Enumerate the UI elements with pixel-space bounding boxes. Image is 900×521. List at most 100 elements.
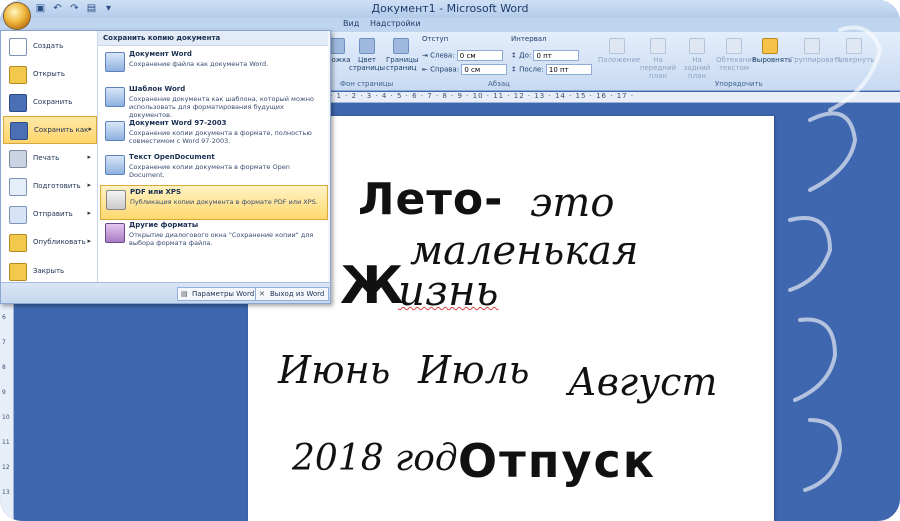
- group-label-page-background: Фон страницы: [340, 80, 394, 88]
- customize-icon[interactable]: ▾: [102, 2, 115, 15]
- doc-month-june: Июнь: [278, 348, 391, 392]
- doc-month-august: Август: [568, 360, 718, 404]
- indent-right-input[interactable]: [461, 64, 508, 75]
- save-as-word-97-2003[interactable]: Документ Word 97-2003 Сохранение копии д…: [100, 117, 326, 150]
- watermark-icon: [329, 38, 345, 54]
- spacing-after-input[interactable]: [545, 64, 592, 75]
- page-borders-icon: [393, 38, 409, 54]
- align-button[interactable]: Выровнять: [752, 38, 792, 64]
- save-as-word-document[interactable]: Документ Word Сохранение файла как докум…: [100, 48, 326, 81]
- bring-forward-icon: [650, 38, 666, 54]
- word-window: Документ1 - Microsoft Word ▣ ↶ ↷ ▤ ▾ Вид…: [0, 0, 900, 521]
- prepare-icon: [9, 178, 27, 196]
- menu-item-publish[interactable]: Опубликовать ▸: [3, 229, 95, 255]
- send-backward-button[interactable]: На задний план: [679, 38, 715, 80]
- exit-word-button[interactable]: ✕ Выход из Word: [255, 287, 330, 301]
- save-icon[interactable]: ▣: [34, 2, 47, 15]
- close-folder-icon: [9, 263, 27, 281]
- page-borders-button[interactable]: Границы страниц: [386, 38, 418, 72]
- other-formats-icon: [105, 223, 125, 243]
- vruler-tick: 9: [2, 389, 6, 396]
- spacing-heading: Интервал: [511, 35, 547, 43]
- redo-icon[interactable]: ↷: [68, 2, 81, 15]
- doc-line3-script: изнь: [398, 266, 499, 315]
- tab-addins[interactable]: Надстройки: [370, 19, 421, 28]
- new-document-icon: [9, 38, 27, 56]
- chevron-right-icon: ▸: [87, 209, 91, 217]
- tab-view[interactable]: Вид: [343, 19, 359, 28]
- save-as-other-formats[interactable]: Другие форматы Открытие диалогового окна…: [100, 219, 326, 252]
- group-icon: [804, 38, 820, 54]
- indent-left-input[interactable]: [456, 50, 503, 61]
- word-template-icon: [105, 87, 125, 107]
- office-menu-commands: Создать Открыть Сохранить Сохранить как …: [1, 31, 98, 283]
- indent-left: ⇥ Слева:: [422, 50, 503, 61]
- save-as-submenu: Сохранить копию документа Документ Word …: [98, 31, 328, 283]
- bring-forward-button[interactable]: На передний план: [638, 38, 678, 80]
- office-button[interactable]: [4, 3, 30, 29]
- undo-icon[interactable]: ↶: [51, 2, 64, 15]
- vruler-tick: 10: [2, 414, 10, 421]
- position-button[interactable]: Положение: [598, 38, 640, 64]
- word-options-button[interactable]: ▤ Параметры Word: [177, 287, 260, 301]
- indent-heading: Отступ: [422, 35, 449, 43]
- open-folder-icon: [9, 66, 27, 84]
- doc-line1-bold: Лето-: [358, 174, 504, 225]
- spacing-before-input[interactable]: [533, 50, 580, 61]
- send-backward-icon: [689, 38, 705, 54]
- menu-item-save-as[interactable]: Сохранить как ▸: [3, 116, 97, 144]
- close-icon: ✕: [259, 290, 265, 298]
- submenu-header: Сохранить копию документа: [98, 31, 328, 46]
- save-as-opendocument[interactable]: Текст OpenDocument Сохранение копии доку…: [100, 151, 326, 184]
- preview-icon[interactable]: ▤: [85, 2, 98, 15]
- rotate-icon: [846, 38, 862, 54]
- rotate-button[interactable]: Повернуть: [835, 38, 874, 64]
- title-bar: Документ1 - Microsoft Word ▣ ↶ ↷ ▤ ▾: [0, 0, 900, 19]
- text-wrap-button[interactable]: Обтекание текстом: [716, 38, 756, 72]
- group-button[interactable]: Группировать: [790, 38, 842, 64]
- menu-item-open[interactable]: Открыть: [3, 61, 95, 87]
- text-wrap-icon: [726, 38, 742, 54]
- group-label-arrange: Упорядочить: [715, 80, 763, 88]
- office-menu-footer: ▤ Параметры Word ✕ Выход из Word: [1, 282, 330, 303]
- options-icon: ▤: [181, 290, 188, 298]
- office-menu: Создать Открыть Сохранить Сохранить как …: [0, 30, 331, 304]
- send-icon: [9, 206, 27, 224]
- chevron-right-icon: ▸: [87, 181, 91, 189]
- pdf-xps-icon: [106, 190, 126, 210]
- doc-vacation: Отпуск: [458, 434, 657, 488]
- menu-item-new[interactable]: Создать: [3, 33, 95, 59]
- doc-month-july: Июль: [418, 348, 530, 392]
- save-icon: [9, 94, 27, 112]
- vruler-tick: 7: [2, 339, 6, 346]
- align-icon: [762, 38, 778, 54]
- save-as-word-template[interactable]: Шаблон Word Сохранение документа как шаб…: [100, 83, 326, 119]
- chevron-right-icon: ▸: [87, 237, 91, 245]
- vruler-tick: 13: [2, 489, 10, 496]
- horizontal-ruler[interactable]: · 1 · 2 · 3 · 4 · 5 · 6 · 7 · 8 · 9 · 10…: [330, 92, 900, 103]
- save-as-icon: [10, 122, 28, 140]
- menu-item-close[interactable]: Закрыть: [3, 258, 95, 284]
- doc-year: 2018 год: [292, 438, 458, 479]
- save-as-pdf-xps[interactable]: PDF или XPS Публикация копии документа в…: [100, 185, 328, 220]
- word-document-icon: [105, 52, 125, 72]
- vruler-tick: 8: [2, 364, 6, 371]
- menu-item-print[interactable]: Печать ▸: [3, 145, 95, 171]
- menu-item-send[interactable]: Отправить ▸: [3, 201, 95, 227]
- word-97-2003-icon: [105, 121, 125, 141]
- vertical-ruler[interactable]: 6 7 8 9 10 11 12 13: [0, 282, 14, 521]
- doc-line3-initial: Ж: [340, 256, 404, 316]
- doc-line1-script: это: [530, 180, 615, 226]
- menu-item-prepare[interactable]: Подготовить ▸: [3, 173, 95, 199]
- menu-item-save[interactable]: Сохранить: [3, 89, 95, 115]
- spacing-after-icon: ↕: [511, 65, 517, 74]
- indent-left-icon: ⇥: [422, 51, 428, 60]
- page-color-button[interactable]: Цвет страницы: [349, 38, 385, 72]
- spacing-before: ↕ До:: [511, 50, 580, 61]
- publish-icon: [9, 234, 27, 252]
- print-icon: [9, 150, 27, 168]
- vruler-tick: 6: [2, 314, 6, 321]
- position-icon: [609, 38, 625, 54]
- indent-right-icon: ⇤: [422, 65, 428, 74]
- quick-access-toolbar: ▣ ↶ ↷ ▤ ▾: [34, 2, 115, 15]
